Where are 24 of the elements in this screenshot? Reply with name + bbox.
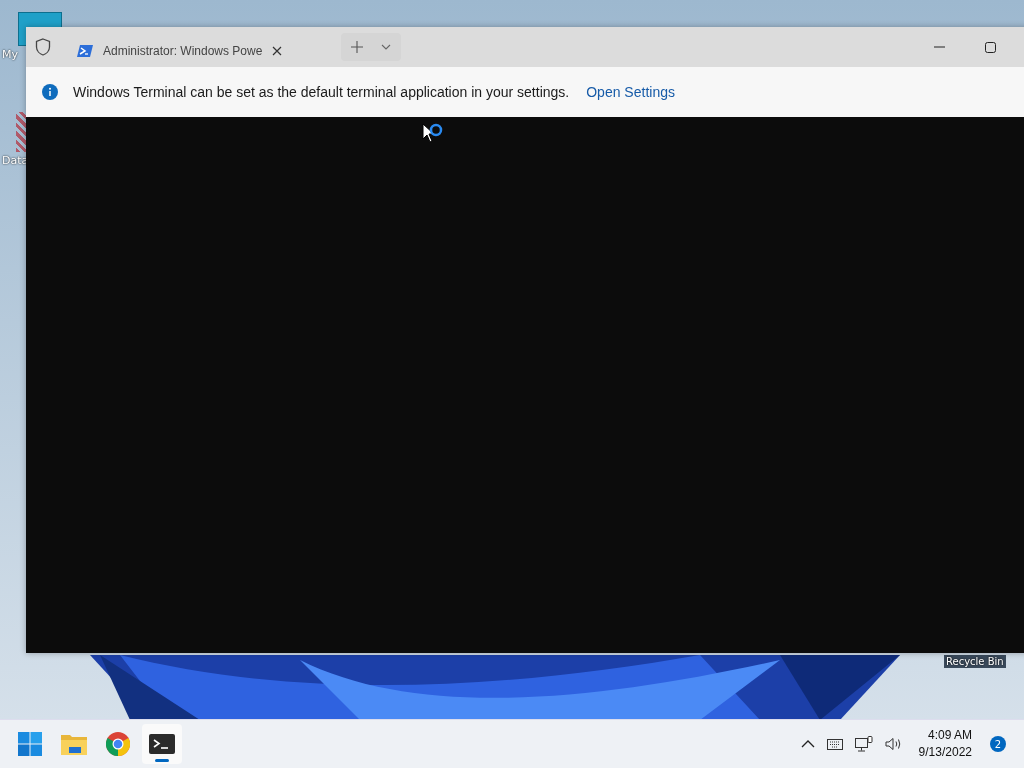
desktop-icon-label[interactable]: Recycle Bin <box>944 655 1006 668</box>
folder-icon <box>61 733 87 756</box>
keyboard-icon[interactable] <box>826 738 843 750</box>
open-settings-link[interactable]: Open Settings <box>586 84 675 100</box>
chevron-up-icon[interactable] <box>800 740 815 749</box>
info-icon <box>42 84 58 100</box>
close-icon[interactable] <box>272 46 283 56</box>
notification-count[interactable]: 2 <box>990 736 1006 753</box>
chevron-down-icon[interactable] <box>381 44 391 50</box>
clock[interactable]: 4:09 AM 9/13/2022 <box>918 727 972 762</box>
taskbar-button[interactable] <box>142 724 182 765</box>
powershell-icon <box>77 44 93 58</box>
info-message: Windows Terminal can be set as the default terminal application in your settings. <box>73 84 570 100</box>
clock-time: 4:09 AM <box>927 727 972 745</box>
maximize-icon[interactable] <box>985 41 996 53</box>
plus-icon[interactable] <box>351 41 363 53</box>
network-icon[interactable] <box>854 736 873 753</box>
terminal-icon <box>149 734 175 755</box>
browser-icon <box>106 732 130 757</box>
speaker-icon[interactable] <box>884 737 903 752</box>
clock-date: 9/13/2022 <box>918 744 972 762</box>
windows-logo-icon <box>18 732 42 757</box>
desktop-icon-label[interactable]: Data <box>2 154 29 167</box>
shield-icon <box>35 38 51 56</box>
